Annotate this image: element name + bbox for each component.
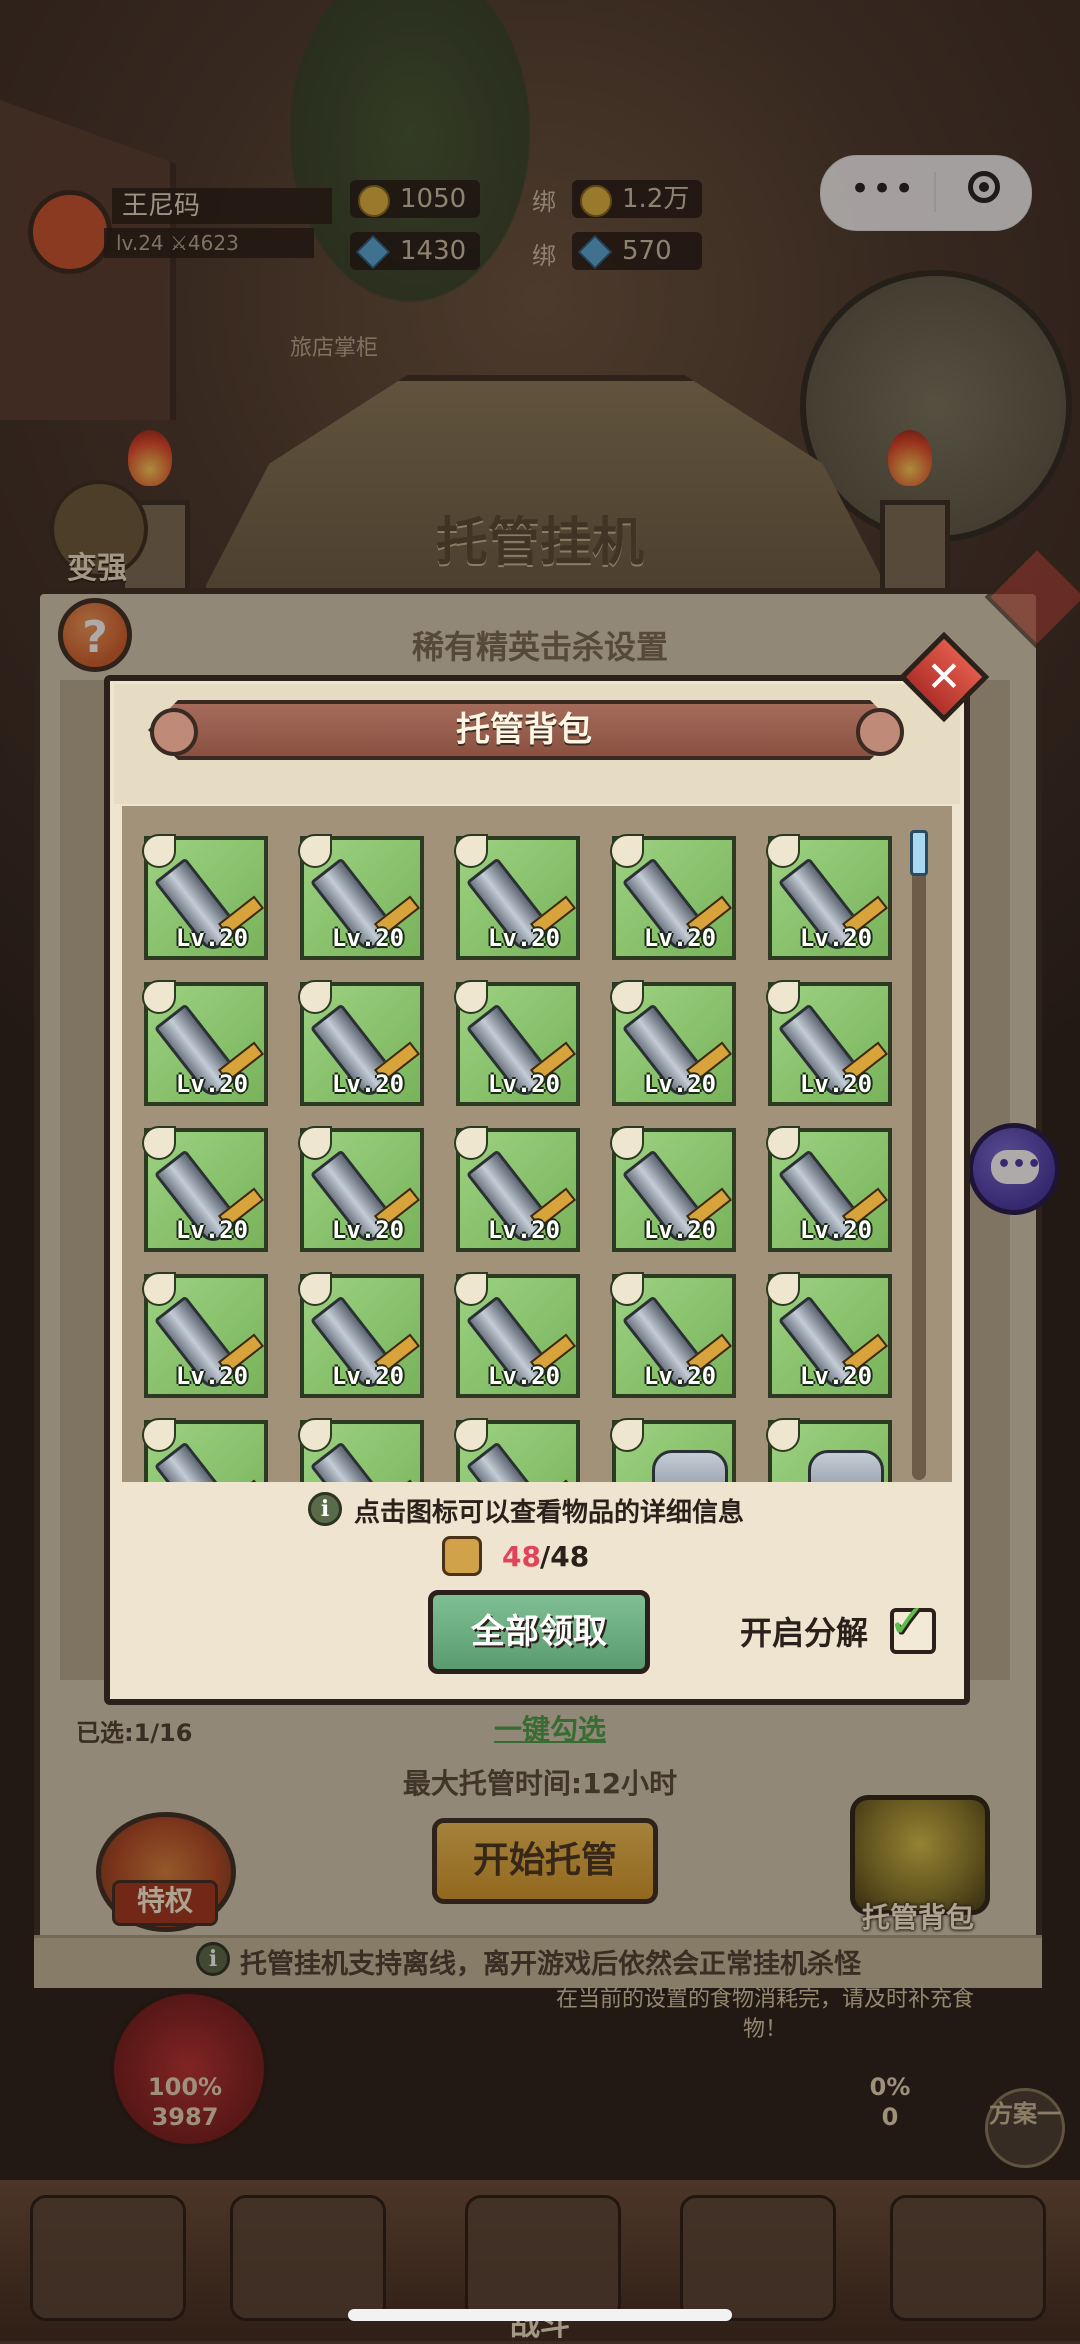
item-level: Lv.20 — [175, 1216, 249, 1244]
capacity-current: 48 — [502, 1540, 541, 1573]
item-corner-icon — [610, 980, 644, 1014]
item-level: Lv.20 — [799, 1216, 873, 1244]
sword-item[interactable] — [142, 1418, 268, 1482]
sword-item[interactable]: Lv.20 — [142, 980, 268, 1106]
item-level: Lv.20 — [643, 1070, 717, 1098]
item-level: Lv.20 — [331, 1216, 405, 1244]
item-corner-icon — [142, 1418, 176, 1452]
sword-item[interactable]: Lv.20 — [610, 980, 736, 1106]
item-level: Lv.20 — [643, 1216, 717, 1244]
item-corner-icon — [142, 1272, 176, 1306]
sword-item[interactable]: Lv.20 — [454, 980, 580, 1106]
sword-item[interactable]: Lv.20 — [766, 1272, 892, 1398]
item-level: Lv.20 — [175, 1070, 249, 1098]
item-info-hint: 点击图标可以查看物品的详细信息 — [354, 1498, 745, 1528]
sword-item[interactable]: Lv.20 — [454, 1126, 580, 1252]
item-level: Lv.20 — [331, 924, 405, 952]
gauntlet-item[interactable] — [766, 1418, 892, 1482]
sword-item[interactable]: Lv.20 — [298, 980, 424, 1106]
item-level: Lv.20 — [643, 924, 717, 952]
home-indicator[interactable] — [348, 2309, 732, 2321]
sword-item[interactable]: Lv.20 — [610, 1126, 736, 1252]
item-level: Lv.20 — [487, 1216, 561, 1244]
item-corner-icon — [766, 834, 800, 868]
item-corner-icon — [610, 1418, 644, 1452]
item-level: Lv.20 — [331, 1070, 405, 1098]
item-level: Lv.20 — [331, 1362, 405, 1390]
item-corner-icon — [766, 1272, 800, 1306]
bag-capacity-icon — [442, 1536, 482, 1576]
item-corner-icon — [610, 1272, 644, 1306]
item-corner-icon — [142, 1126, 176, 1160]
item-level: Lv.20 — [487, 924, 561, 952]
item-corner-icon — [142, 980, 176, 1014]
item-corner-icon — [454, 1126, 488, 1160]
decompose-label: 开启分解 — [740, 1614, 869, 1652]
sword-item[interactable]: Lv.20 — [454, 1272, 580, 1398]
gauntlet-item[interactable] — [610, 1418, 736, 1482]
item-corner-icon — [298, 980, 332, 1014]
sword-item[interactable]: Lv.20 — [766, 834, 892, 960]
item-level: Lv.20 — [487, 1070, 561, 1098]
sword-item[interactable]: Lv.20 — [298, 1126, 424, 1252]
modal-title: 托管背包 — [456, 710, 592, 750]
item-corner-icon — [298, 1272, 332, 1306]
item-corner-icon — [454, 980, 488, 1014]
item-corner-icon — [298, 1418, 332, 1452]
sword-item[interactable]: Lv.20 — [298, 1272, 424, 1398]
info-icon: i — [308, 1492, 342, 1526]
claim-all-button[interactable]: 全部领取 — [428, 1590, 650, 1674]
item-corner-icon — [298, 1126, 332, 1160]
item-corner-icon — [142, 834, 176, 868]
item-corner-icon — [454, 1418, 488, 1452]
item-corner-icon — [766, 980, 800, 1014]
sword-item[interactable] — [454, 1418, 580, 1482]
grid-scrollbar-thumb[interactable] — [910, 830, 928, 876]
sword-item[interactable]: Lv.20 — [142, 1126, 268, 1252]
item-corner-icon — [610, 1126, 644, 1160]
item-level: Lv.20 — [643, 1362, 717, 1390]
item-level: Lv.20 — [799, 1070, 873, 1098]
item-level: Lv.20 — [487, 1362, 561, 1390]
item-level: Lv.20 — [175, 1362, 249, 1390]
item-corner-icon — [766, 1126, 800, 1160]
item-corner-icon — [766, 1418, 800, 1452]
item-corner-icon — [298, 834, 332, 868]
item-level: Lv.20 — [799, 1362, 873, 1390]
close-icon[interactable]: ✕ — [912, 645, 976, 709]
item-level: Lv.20 — [175, 924, 249, 952]
sword-item[interactable]: Lv.20 — [766, 980, 892, 1106]
item-corner-icon — [610, 834, 644, 868]
grid-scrollbar[interactable] — [912, 830, 926, 1480]
sword-item[interactable] — [298, 1418, 424, 1482]
sword-item[interactable]: Lv.20 — [610, 834, 736, 960]
sword-item[interactable]: Lv.20 — [298, 834, 424, 960]
item-corner-icon — [454, 1272, 488, 1306]
sword-item[interactable]: Lv.20 — [610, 1272, 736, 1398]
sword-item[interactable]: Lv.20 — [142, 1272, 268, 1398]
capacity-max: /48 — [540, 1540, 590, 1573]
sword-item[interactable]: Lv.20 — [766, 1126, 892, 1252]
item-level: Lv.20 — [799, 924, 873, 952]
sword-item[interactable]: Lv.20 — [142, 834, 268, 960]
item-corner-icon — [454, 834, 488, 868]
gauntlet-icon — [652, 1450, 728, 1482]
checkmark-icon: ✓ — [888, 1594, 927, 1648]
item-grid: Lv.20 Lv.20 Lv.20 Lv.20 Lv.20 Lv.20 Lv.20 Lv.20… — [122, 806, 952, 1482]
gauntlet-icon — [808, 1450, 884, 1482]
sword-item[interactable]: Lv.20 — [454, 834, 580, 960]
